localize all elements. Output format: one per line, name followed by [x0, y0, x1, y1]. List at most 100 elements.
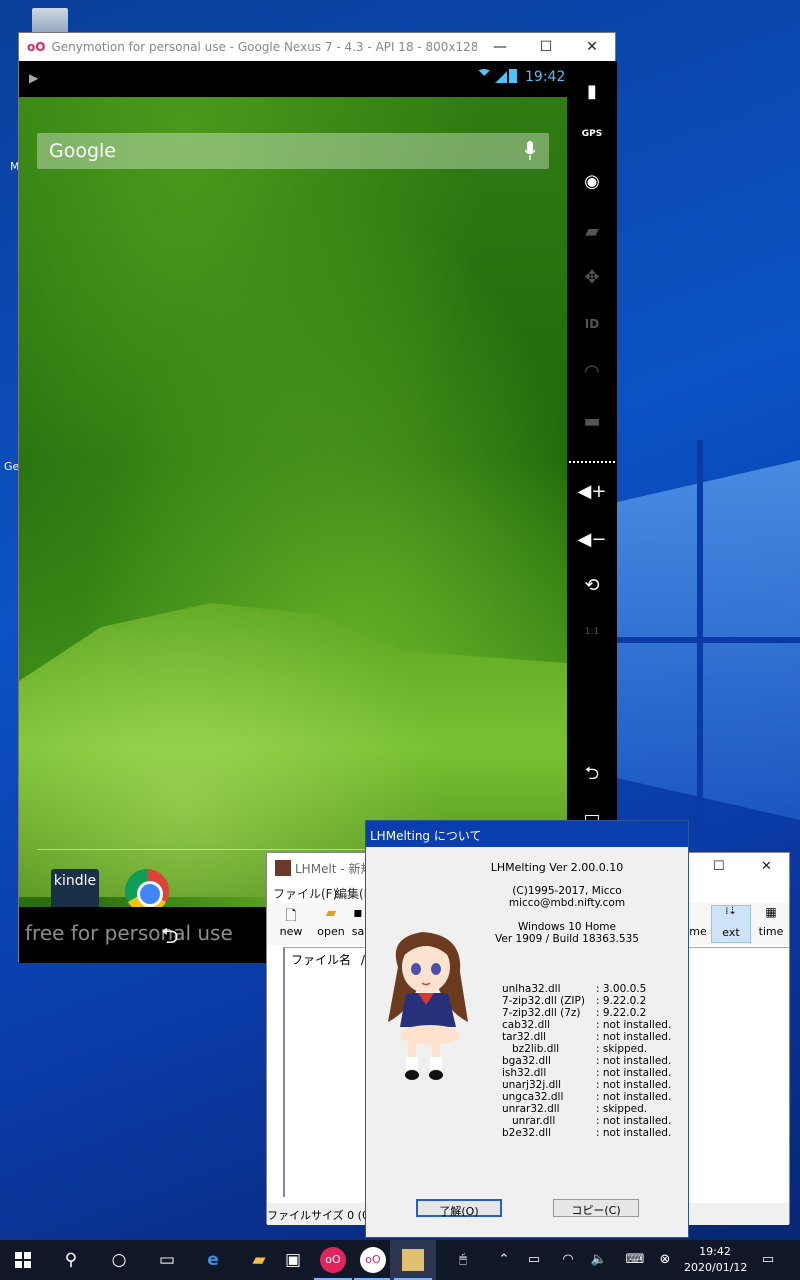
- volume-down-icon[interactable]: ◀−: [567, 529, 617, 550]
- dll-row: unlha32.dll: 3.00.0.5: [502, 983, 682, 995]
- remote-control-icon[interactable]: ✥: [567, 267, 617, 288]
- menu-file[interactable]: ファイル(F): [273, 885, 337, 902]
- dll-status: : not installed.: [596, 1127, 672, 1139]
- lhmelt-app-icon: [275, 860, 291, 876]
- volume-tray-icon[interactable]: 🔈: [588, 1240, 610, 1280]
- home-button[interactable]: me: [687, 905, 709, 943]
- notification-off-icon[interactable]: ⊗: [656, 1240, 674, 1280]
- home-label: me: [689, 925, 707, 938]
- genymotion-logo-icon: oO: [27, 40, 46, 54]
- keyboard-tray-icon[interactable]: ⌨: [622, 1240, 648, 1280]
- time-button[interactable]: ▦ time: [751, 905, 791, 943]
- show-hidden-icons-chevron-icon[interactable]: ⌃: [494, 1240, 514, 1280]
- copyright-text: (C)1995-2017, Micco: [512, 885, 622, 897]
- genymotion-logo-icon: oO: [360, 1247, 386, 1273]
- taskbar: ⚲ ○ ▭ e ▰ ▣ oO oO 🖱 ⌃ ▭ ◠ 🔈 ⌨ ⊗ 19:42 20…: [0, 1240, 800, 1280]
- dll-name: tar32.dll: [502, 1031, 547, 1043]
- dll-name: unarj32j.dll: [502, 1079, 562, 1091]
- new-button[interactable]: 🗋 new: [271, 905, 311, 943]
- dll-row: cab32.dll: not installed.: [502, 1019, 682, 1031]
- battery-widget-icon[interactable]: ▮: [567, 81, 617, 102]
- open-button[interactable]: ▰ open: [311, 905, 351, 943]
- window-title: LHMelt - 新規: [295, 861, 373, 876]
- genymotion-titlebar[interactable]: oO Genymotion for personal use - Google …: [19, 33, 615, 61]
- screencast-widget-icon[interactable]: ▰: [567, 221, 617, 242]
- google-search-bar[interactable]: Google: [37, 133, 549, 169]
- about-dialog-titlebar[interactable]: LHMelting について: [366, 821, 688, 847]
- sms-widget-icon[interactable]: ▬: [567, 411, 617, 432]
- dll-name: 7-zip32.dll (ZIP): [502, 995, 585, 1007]
- edge-browser-icon[interactable]: e: [190, 1240, 236, 1280]
- dialog-title: LHMelting について: [370, 829, 482, 843]
- open-label: open: [317, 925, 345, 938]
- webcam-widget-icon[interactable]: ◉: [567, 171, 617, 192]
- dll-name: bga32.dll: [502, 1055, 551, 1067]
- action-center-icon[interactable]: ▭: [756, 1240, 780, 1280]
- network-tray-icon[interactable]: ◠: [556, 1240, 580, 1280]
- dll-name: unrar32.dll: [502, 1103, 560, 1115]
- kindle-app-label: kindle: [53, 873, 97, 889]
- start-button[interactable]: [0, 1240, 46, 1280]
- pixel-perfect-icon[interactable]: 1:1: [567, 627, 617, 637]
- back-icon[interactable]: ⮌: [567, 761, 617, 791]
- lhmelt-taskbar-icon[interactable]: [390, 1240, 436, 1280]
- column-filename[interactable]: ファイル名: [291, 953, 351, 967]
- recycle-bin-icon[interactable]: [32, 8, 68, 34]
- play-store-notification-icon: ▶: [29, 71, 39, 85]
- window-title: Genymotion for personal use - Google Nex…: [51, 40, 477, 54]
- mascot-character-image: [378, 927, 478, 1087]
- close-button[interactable]: ✕: [761, 859, 772, 874]
- dll-status: : not installed.: [596, 1031, 672, 1043]
- wallpaper: [19, 97, 567, 907]
- dll-status: : not installed.: [596, 1055, 672, 1067]
- dll-status: : skipped.: [596, 1043, 648, 1055]
- maximize-button[interactable]: ☐: [523, 39, 569, 55]
- dll-row: 7-zip32.dll (ZIP) : 9.22.0.2: [502, 995, 682, 1007]
- dll-status: : not installed.: [596, 1067, 672, 1079]
- open-folder-icon: ▰: [325, 905, 337, 921]
- ok-button[interactable]: 了解(O): [416, 1199, 502, 1218]
- gps-widget-icon[interactable]: GPS: [567, 129, 617, 139]
- dll-name: ungca32.dll: [502, 1091, 564, 1103]
- mouse-tray-icon[interactable]: 🖱: [450, 1240, 476, 1280]
- battery-tray-icon[interactable]: ▭: [524, 1240, 544, 1280]
- ext-label: ext: [722, 926, 740, 939]
- dll-name: unlha32.dll: [502, 983, 561, 995]
- genymotion-logo-icon: oO: [320, 1247, 346, 1273]
- copy-button[interactable]: コピー(C): [553, 1199, 639, 1217]
- save-icon: ▪: [353, 905, 363, 921]
- dll-status: : not installed.: [596, 1115, 672, 1127]
- device-id-icon[interactable]: ID: [567, 317, 617, 331]
- dll-row: bz2lib.dll: skipped.: [502, 1043, 682, 1055]
- dll-row: unrar.dll: not installed.: [502, 1115, 682, 1127]
- app-version: LHMelting Ver 2.00.0.10: [490, 861, 624, 874]
- microphone-icon[interactable]: [524, 141, 536, 161]
- battery-icon: [509, 69, 517, 83]
- desktop-icon-label[interactable]: Ge: [4, 460, 19, 473]
- wallpaper-divider: [697, 440, 703, 840]
- taskbar-clock[interactable]: 19:42 2020/01/12: [684, 1244, 747, 1276]
- search-icon[interactable]: ⚲: [48, 1240, 94, 1280]
- ext-button[interactable]: ⁞⇣ ext: [711, 905, 751, 943]
- volume-up-icon[interactable]: ◀+: [567, 481, 617, 502]
- signal-icon: [495, 71, 507, 83]
- google-logo: Google: [49, 140, 117, 162]
- dll-name: ish32.dll: [502, 1067, 547, 1079]
- save-button[interactable]: ▪ sa: [351, 905, 365, 943]
- dll-status: : 9.22.0.2: [596, 995, 647, 1007]
- dll-status: : skipped.: [596, 1103, 648, 1115]
- dll-name: b2e32.dll: [502, 1127, 552, 1139]
- minimize-button[interactable]: —: [477, 39, 523, 55]
- cortana-icon[interactable]: ○: [96, 1240, 142, 1280]
- maximize-button[interactable]: ☐: [713, 859, 725, 874]
- network-widget-icon[interactable]: ◠: [567, 361, 617, 382]
- about-dialog: LHMelting について LHMelting Ver 2.00.0.10 (…: [365, 820, 689, 1238]
- new-label: new: [279, 925, 303, 938]
- dll-row: unarj32j.dll : not installed.: [502, 1079, 682, 1091]
- sort-ext-icon: ⁞⇣: [725, 906, 737, 917]
- new-file-icon: 🗋: [285, 908, 297, 924]
- task-view-icon[interactable]: ▭: [144, 1240, 190, 1280]
- close-button[interactable]: ✕: [569, 39, 615, 55]
- rotate-icon[interactable]: ⟲: [567, 575, 617, 596]
- dll-status: : not installed.: [596, 1079, 672, 1091]
